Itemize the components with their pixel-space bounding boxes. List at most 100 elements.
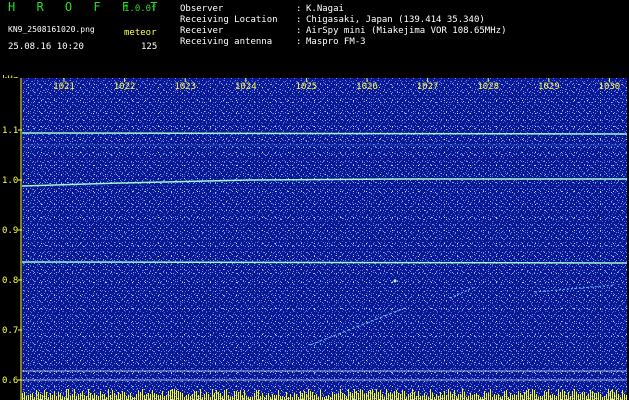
level-bar	[624, 394, 625, 400]
level-bar	[368, 391, 369, 400]
level-bar	[206, 392, 207, 400]
level-bar	[382, 394, 383, 400]
level-bar	[374, 393, 375, 400]
level-bar	[474, 394, 475, 400]
level-bar	[174, 389, 175, 400]
level-bar	[308, 389, 309, 400]
level-bar	[50, 393, 51, 400]
level-bar	[494, 394, 495, 400]
level-bar	[372, 389, 373, 400]
level-bar	[306, 394, 307, 400]
level-bar	[146, 394, 147, 400]
level-bar	[548, 389, 549, 400]
level-bar	[84, 395, 85, 400]
level-bar	[442, 395, 443, 400]
level-bar	[286, 392, 287, 400]
x-tick-label: 1023	[174, 82, 196, 92]
level-bar	[38, 392, 39, 400]
level-bar	[600, 394, 601, 400]
level-bar	[170, 390, 171, 400]
level-bar	[256, 390, 257, 400]
level-bar	[458, 394, 459, 400]
level-bar	[580, 394, 581, 400]
level-bar	[420, 396, 421, 400]
level-bar	[168, 391, 169, 400]
level-bar	[578, 394, 579, 400]
level-bar	[524, 392, 525, 400]
level-bar	[118, 392, 119, 400]
level-bar	[300, 391, 301, 400]
level-bar	[396, 390, 397, 400]
level-bar	[604, 396, 605, 400]
level-bar	[242, 395, 243, 400]
level-bar	[606, 394, 607, 400]
level-bar	[388, 393, 389, 400]
level-bar	[314, 395, 315, 400]
level-bar	[92, 395, 93, 400]
level-bar	[516, 395, 517, 400]
level-bar	[352, 393, 353, 400]
level-bar	[90, 393, 91, 400]
y-tick-label: 0.9	[2, 226, 18, 236]
level-bar	[316, 394, 317, 400]
level-bar	[598, 392, 599, 400]
level-bar	[486, 393, 487, 400]
level-bar	[592, 391, 593, 400]
level-bar	[622, 390, 623, 400]
level-bar	[398, 393, 399, 400]
level-bar	[182, 393, 183, 400]
y-tick-label: 1.0	[2, 176, 18, 186]
level-bar	[608, 389, 609, 400]
level-bar	[244, 390, 245, 400]
level-bar	[126, 396, 127, 400]
level-bar	[338, 393, 339, 400]
level-bar	[68, 389, 69, 400]
level-bar	[254, 393, 255, 400]
level-bar	[214, 393, 215, 400]
level-bar	[124, 392, 125, 400]
level-bar	[378, 392, 379, 400]
level-bar	[42, 395, 43, 400]
level-bar	[222, 396, 223, 400]
level-bar	[216, 390, 217, 400]
level-bar	[304, 391, 305, 400]
level-bar	[626, 395, 627, 400]
level-bar	[94, 393, 95, 400]
level-bar	[564, 391, 565, 400]
x-tick-label: 1028	[477, 82, 499, 92]
level-bar	[340, 389, 341, 400]
level-bar	[520, 393, 521, 400]
level-bar	[498, 394, 499, 400]
level-bar	[150, 394, 151, 400]
level-bar	[422, 396, 423, 400]
level-bar	[326, 396, 327, 400]
level-bar	[554, 395, 555, 400]
level-bar	[404, 391, 405, 400]
meteor-point	[393, 279, 397, 283]
x-tick-label: 1024	[235, 82, 257, 92]
level-bar	[46, 392, 47, 400]
level-bar	[424, 393, 425, 400]
level-bar	[358, 393, 359, 400]
level-bar	[72, 394, 73, 400]
level-bar	[172, 389, 173, 400]
level-bar	[582, 392, 583, 400]
x-tick-label: 1030	[599, 82, 621, 92]
level-bar	[514, 394, 515, 400]
level-bar	[528, 389, 529, 400]
level-bar	[180, 392, 181, 400]
level-bar	[74, 389, 75, 400]
level-bar	[276, 395, 277, 400]
x-tick-label: 1022	[114, 82, 136, 92]
level-bar	[502, 396, 503, 400]
level-bar	[478, 395, 479, 400]
level-bar	[488, 393, 489, 400]
level-bar	[114, 393, 115, 400]
level-bar	[506, 390, 507, 400]
level-bar	[32, 393, 33, 400]
level-bar	[354, 389, 355, 400]
level-bar	[414, 392, 415, 400]
level-bar	[526, 390, 527, 400]
level-bar	[76, 396, 77, 400]
level-bar	[430, 389, 431, 400]
